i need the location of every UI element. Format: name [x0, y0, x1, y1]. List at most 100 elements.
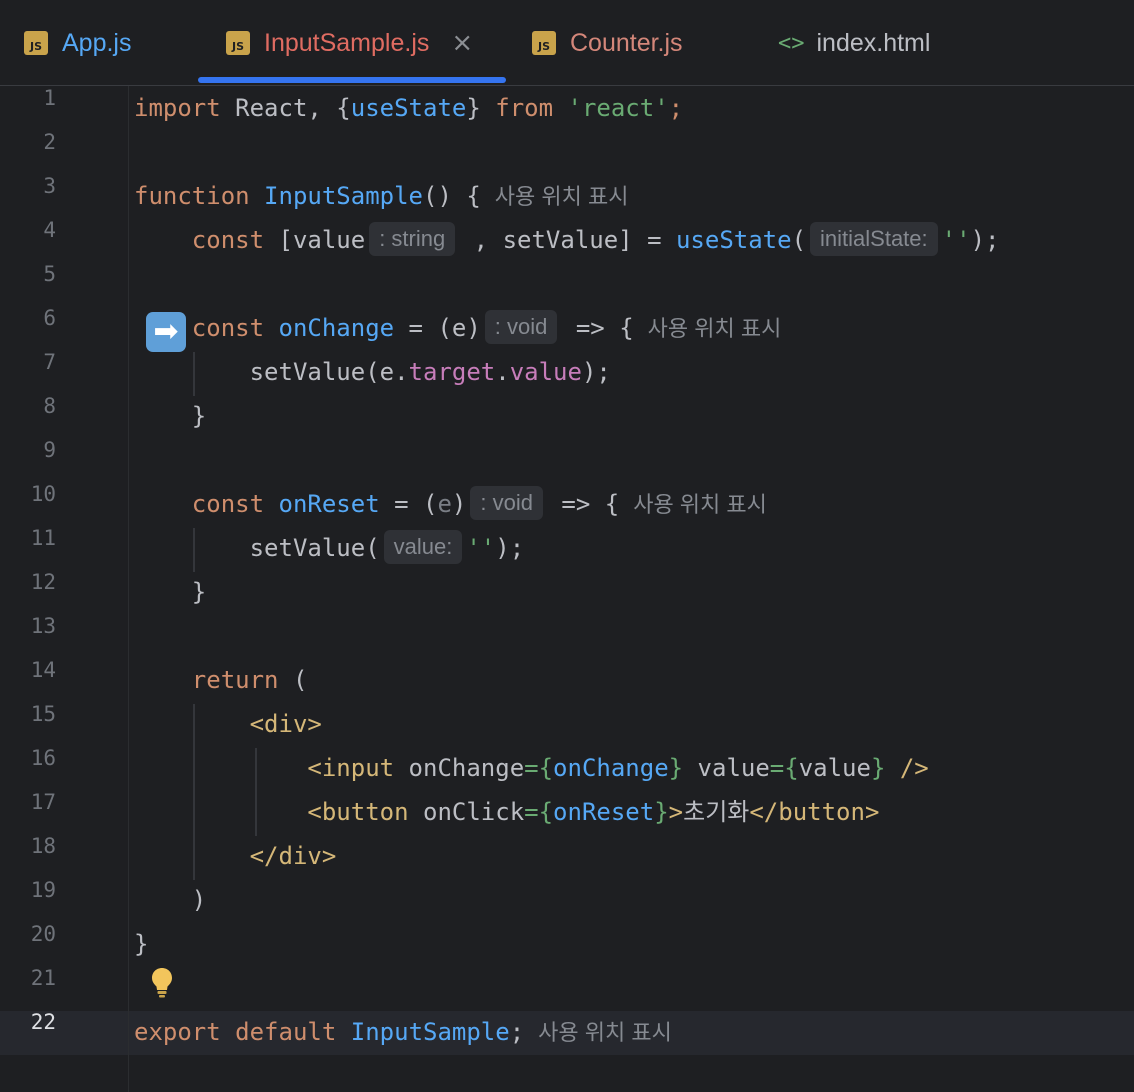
- identifier: InputSample: [350, 1018, 510, 1046]
- punctuation: }: [870, 754, 886, 782]
- code-line-19[interactable]: ): [134, 878, 206, 922]
- code-text: ): [451, 490, 467, 518]
- line-number: 5: [43, 262, 56, 286]
- code-line-3[interactable]: function InputSample() {사용 위치 표시: [134, 174, 628, 218]
- code-line-7[interactable]: setValue(e.target.value);: [134, 350, 611, 394]
- type-hint: : void: [470, 486, 543, 520]
- line-number: 21: [30, 966, 56, 990]
- type-hint: : string: [369, 222, 456, 256]
- code-text: () {: [423, 182, 481, 210]
- jsx-attribute: onChange: [394, 754, 525, 782]
- line-number: 10: [30, 482, 56, 506]
- line-number: 9: [43, 438, 56, 462]
- keyword: const: [191, 314, 265, 342]
- code-line-12[interactable]: }: [134, 570, 206, 614]
- right-arrow-icon: ➡: [146, 312, 186, 352]
- string-literal: '': [941, 226, 971, 254]
- code-line-14[interactable]: return (: [134, 658, 308, 702]
- keyword: export: [134, 1018, 221, 1046]
- property: target: [408, 358, 496, 386]
- keyword: from: [495, 94, 554, 122]
- jsx-tag: >: [668, 798, 684, 826]
- tab-app-js[interactable]: JS App.js: [24, 0, 131, 86]
- keyword: default: [235, 1018, 337, 1046]
- usages-hint[interactable]: 사용 위치 표시: [633, 492, 767, 517]
- code-line-11[interactable]: setValue(value: '');: [134, 526, 524, 570]
- line-number: 1: [43, 86, 56, 110]
- code-line-8[interactable]: }: [134, 394, 206, 438]
- tab-counter-js[interactable]: JS Counter.js: [532, 0, 683, 86]
- line-number: 6: [43, 306, 56, 330]
- editor-tab-bar: JS App.js JS InputSample.js × JS Counter…: [0, 0, 1134, 86]
- code-text: }: [191, 402, 207, 430]
- code-line-6[interactable]: const onChange = (e): void => { 사용 위치 표시: [134, 306, 781, 350]
- unused-parameter: e: [437, 490, 452, 518]
- type-hint: : void: [484, 310, 558, 344]
- keyword: import: [134, 94, 221, 122]
- close-tab-icon[interactable]: ×: [451, 28, 473, 58]
- line-number: 18: [30, 834, 56, 858]
- code-line-4[interactable]: const [value: string , setValue] = useSt…: [134, 218, 999, 262]
- code-text: }: [466, 94, 496, 122]
- punctuation: }: [668, 754, 684, 782]
- code-line-17[interactable]: <button onClick={onReset}>초기화</button>: [134, 790, 879, 834]
- lightbulb-icon[interactable]: [150, 966, 174, 998]
- code-line-20[interactable]: }: [134, 922, 148, 966]
- line-number: 7: [43, 350, 56, 374]
- function-name: onReset: [278, 490, 380, 518]
- line-number: 11: [30, 526, 56, 550]
- jsx-tag: />: [885, 754, 929, 782]
- tab-label: Counter.js: [570, 28, 683, 57]
- usages-hint[interactable]: 사용 위치 표시: [495, 184, 629, 209]
- jsx-tag: </div>: [249, 842, 337, 870]
- identifier: value: [798, 754, 871, 782]
- punctuation: ={: [524, 754, 554, 782]
- code-line-22[interactable]: export default InputSample; 사용 위치 표시: [134, 1010, 672, 1054]
- code-text: = (e): [394, 314, 481, 342]
- line-number: 15: [30, 702, 56, 726]
- line-number: 16: [30, 746, 56, 770]
- function-name: onChange: [278, 314, 395, 342]
- code-line-10[interactable]: const onReset = (e): void => {사용 위치 표시: [134, 482, 767, 526]
- tab-inputsample-js[interactable]: JS InputSample.js ×: [226, 0, 473, 86]
- js-file-icon: JS: [532, 31, 556, 55]
- code-text: => {: [561, 314, 634, 342]
- line-number: 12: [30, 570, 56, 594]
- js-file-icon: JS: [226, 31, 250, 55]
- code-line-1[interactable]: import React, {useState} from 'react';: [134, 86, 683, 130]
- parameter-hint: initialState:: [810, 222, 938, 256]
- code-text: .: [495, 358, 510, 386]
- jsx-attribute: onClick: [408, 798, 525, 826]
- keyword: function: [134, 182, 250, 210]
- punctuation: }: [654, 798, 669, 826]
- punctuation: ={: [524, 798, 554, 826]
- identifier: onReset: [553, 798, 655, 826]
- line-number-current: 22: [30, 1010, 56, 1034]
- tab-index-html[interactable]: <> index.html: [778, 0, 930, 86]
- code-line-16[interactable]: <input onChange={onChange} value={value}…: [134, 746, 929, 790]
- usages-hint[interactable]: 사용 위치 표시: [538, 1020, 672, 1045]
- identifier: useState: [675, 226, 792, 254]
- line-number: 8: [43, 394, 56, 418]
- tab-label: App.js: [62, 28, 132, 57]
- code-text: [value: [264, 226, 366, 254]
- jsx-tag: <input: [307, 754, 395, 782]
- code-line-18[interactable]: </div>: [134, 834, 337, 878]
- string-literal: '': [466, 534, 496, 562]
- code-text: );: [970, 226, 1000, 254]
- code-line-15[interactable]: <div>: [134, 702, 322, 746]
- usages-hint[interactable]: 사용 위치 표시: [648, 316, 782, 341]
- line-number: 2: [43, 130, 56, 154]
- line-number: 4: [43, 218, 56, 242]
